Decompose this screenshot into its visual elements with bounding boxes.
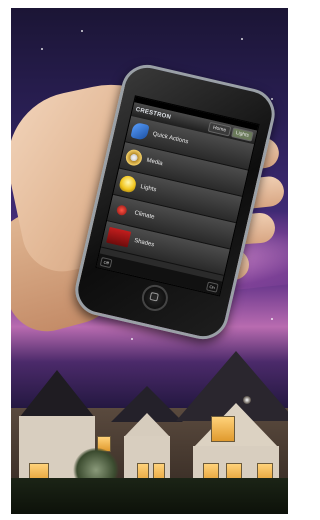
guitar-icon	[130, 121, 150, 141]
on-button[interactable]: On	[205, 280, 219, 293]
phone-screen: CRESTRON Home Lights Quick Actions Media…	[95, 95, 260, 297]
shades-icon	[106, 226, 132, 248]
thermometer-icon	[115, 204, 128, 217]
menu-item-label: Quick Actions	[151, 131, 189, 146]
house-gable-right	[193, 403, 279, 448]
dvd-icon	[124, 148, 144, 168]
house-gable-middle	[124, 413, 170, 437]
photo-composite: CRESTRON Home Lights Quick Actions Media…	[11, 8, 288, 514]
house-roof-left	[19, 370, 95, 418]
menu-item-label: Media	[145, 157, 164, 168]
window	[211, 416, 235, 442]
menu-item-label: Climate	[133, 210, 155, 221]
porch-light	[243, 396, 251, 404]
menu-item-label: Lights	[139, 183, 157, 194]
home-button[interactable]	[139, 282, 171, 314]
menu-item-label: Shades	[133, 237, 155, 249]
lawn	[11, 478, 288, 514]
off-button[interactable]: Off	[99, 256, 113, 268]
light-bulb-icon	[118, 174, 138, 194]
